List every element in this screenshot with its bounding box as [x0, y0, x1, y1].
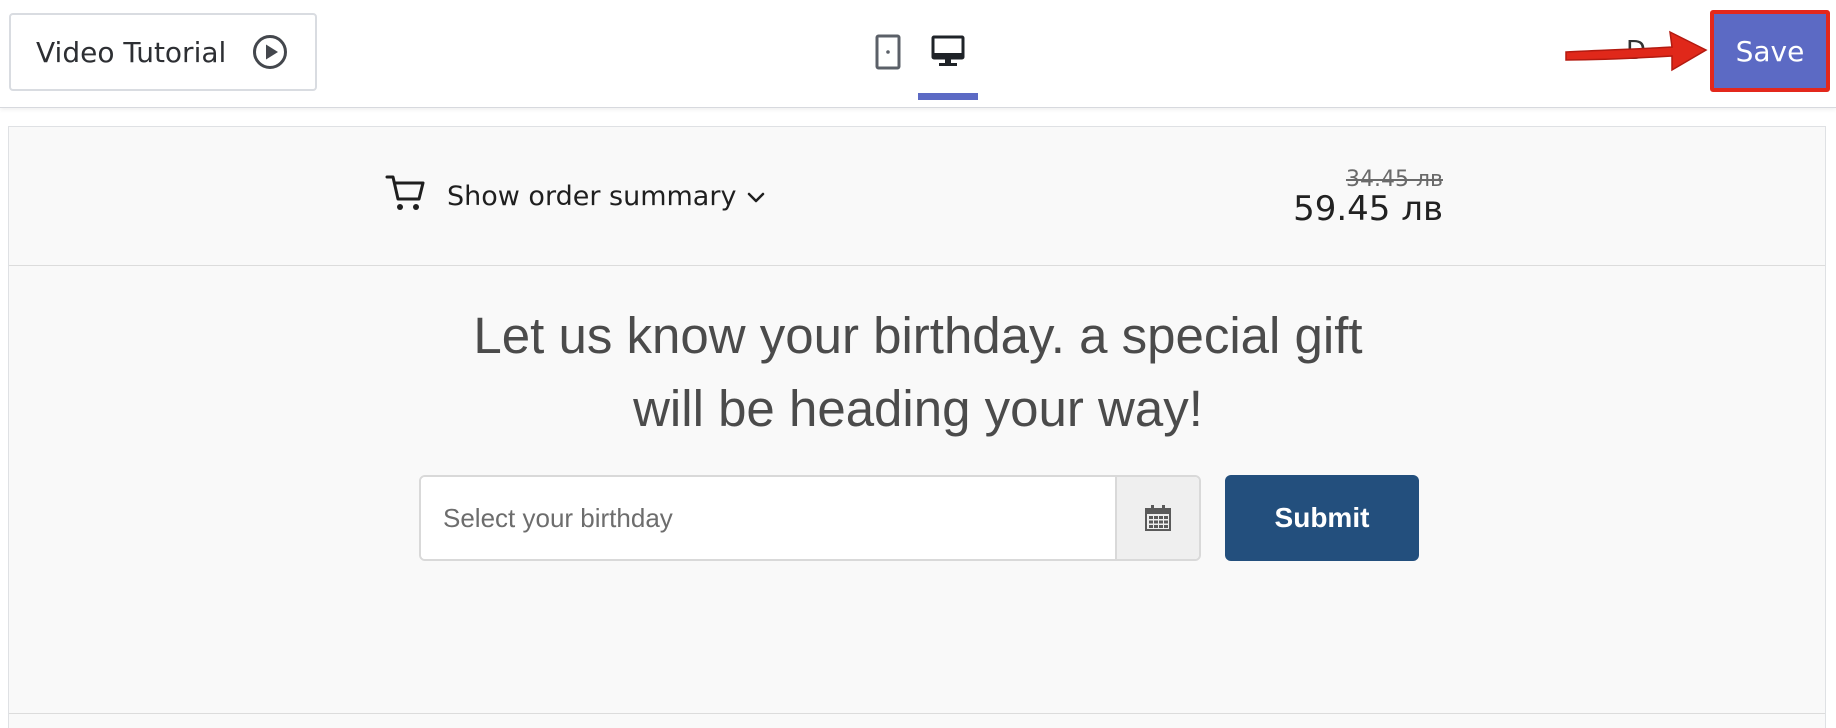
device-toggle	[858, 24, 978, 100]
birthday-input-group	[419, 475, 1201, 561]
chevron-down-icon	[748, 192, 765, 202]
mobile-device-icon	[875, 34, 901, 70]
section-divider	[9, 713, 1825, 714]
birthday-headline: Let us know your birthday. a special gif…	[9, 299, 1827, 445]
calendar-icon	[1145, 505, 1171, 531]
red-arrow-annotation-icon	[1565, 30, 1708, 72]
total-price: 59.45 лв	[1293, 189, 1443, 229]
editor-toolbar: Video Tutorial D Save	[0, 0, 1836, 108]
headline-line-2: will be heading your way!	[633, 380, 1203, 437]
birthday-input[interactable]	[421, 477, 1115, 559]
desktop-view-button[interactable]	[918, 24, 978, 100]
mobile-view-button[interactable]	[858, 24, 918, 100]
submit-button[interactable]: Submit	[1225, 475, 1419, 561]
save-button[interactable]: Save	[1710, 10, 1830, 92]
checkout-preview: Show order summary 34.45 лв 59.45 лв Let…	[8, 126, 1826, 728]
order-summary-label: Show order summary	[447, 181, 737, 212]
show-order-summary-toggle[interactable]: Show order summary	[447, 181, 766, 212]
video-tutorial-button[interactable]: Video Tutorial	[9, 13, 317, 91]
play-circle-icon	[253, 35, 288, 69]
video-tutorial-label: Video Tutorial	[36, 35, 227, 69]
calendar-button[interactable]	[1115, 477, 1199, 559]
headline-line-1: Let us know your birthday. a special gif…	[473, 307, 1363, 364]
desktop-monitor-icon	[931, 35, 965, 66]
shopping-cart-icon	[385, 175, 425, 210]
order-summary-bar: Show order summary 34.45 лв 59.45 лв	[9, 127, 1825, 266]
